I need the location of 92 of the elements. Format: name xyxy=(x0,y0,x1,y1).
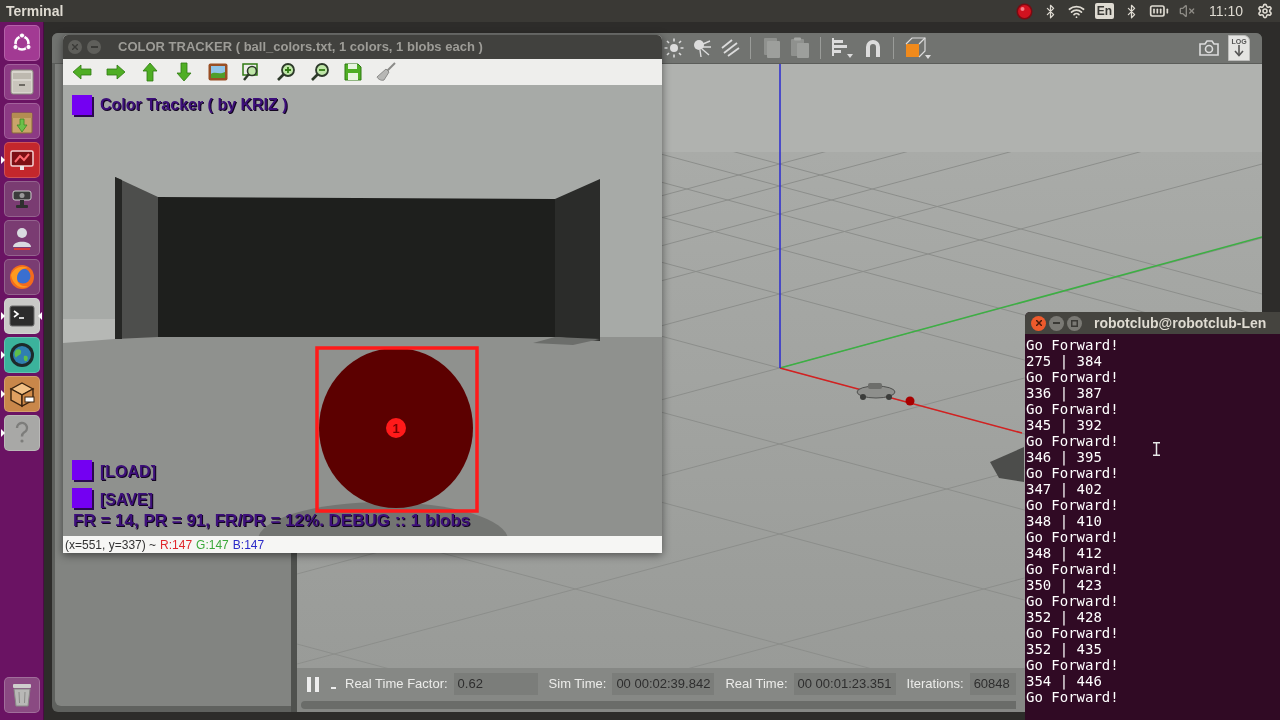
terminal-line: 345 | 392 xyxy=(1026,417,1102,433)
swatch-icon xyxy=(72,95,92,115)
status-label: Real Time: xyxy=(725,675,788,694)
open-box-icon[interactable] xyxy=(3,376,40,412)
trash-icon[interactable] xyxy=(3,677,40,713)
terminal-line: Go Forward! xyxy=(1026,465,1119,481)
terminal-line: Go Forward! xyxy=(1026,497,1119,513)
presentation-screen-icon[interactable] xyxy=(3,142,40,178)
terminal-line: Go Forward! xyxy=(1026,337,1119,353)
light-bulb-rays-icon[interactable] xyxy=(692,38,712,58)
ball-dot[interactable] xyxy=(905,396,915,406)
download-arrow-icon xyxy=(1234,45,1244,57)
status-label: Sim Time: xyxy=(548,675,607,694)
maximize-icon xyxy=(1071,319,1078,327)
text-cursor-icon xyxy=(1153,442,1160,456)
close-icon xyxy=(72,44,78,50)
right-arrow-icon[interactable] xyxy=(106,62,126,82)
record-indicator-icon[interactable] xyxy=(1015,2,1033,20)
up-arrow-icon[interactable] xyxy=(140,62,160,82)
ring-logo-icon[interactable] xyxy=(3,25,40,61)
minimize-icon xyxy=(1053,322,1060,324)
terminal-line: 346 | 395 xyxy=(1026,449,1102,465)
terminal-line: Go Forward! xyxy=(1026,625,1119,641)
terminal-line: 354 | 446 xyxy=(1026,673,1102,689)
status-label: Real Time Factor: xyxy=(345,675,448,694)
gear-icon[interactable] xyxy=(1257,3,1273,19)
window-title: robotclub@robotclub-Len xyxy=(1094,313,1267,333)
channel-reading: G:147 xyxy=(196,538,229,551)
diagonal-lines-icon[interactable] xyxy=(720,38,740,58)
zoom-in-icon[interactable] xyxy=(276,62,296,82)
maximize-button[interactable] xyxy=(1067,315,1082,331)
terminal-line: Go Forward! xyxy=(1026,657,1119,673)
box-download-icon[interactable] xyxy=(3,103,40,139)
minimize-icon xyxy=(90,46,98,48)
pause-icon[interactable] xyxy=(307,676,319,692)
close-button[interactable] xyxy=(1031,315,1046,331)
horizontal-scrollbar[interactable] xyxy=(301,701,1016,709)
terminal-line: Go Forward! xyxy=(1026,561,1119,577)
left-arrow-icon[interactable] xyxy=(72,62,92,82)
question-mark-icon[interactable] xyxy=(3,415,40,451)
blob-marker: 1 xyxy=(386,418,406,438)
terminal-line: 348 | 412 xyxy=(1026,545,1102,561)
terminal-line: 275 | 384 xyxy=(1026,353,1102,369)
status-label: Iterations: xyxy=(906,675,964,694)
globe-icon[interactable] xyxy=(3,337,40,373)
swatch-icon xyxy=(72,460,92,480)
magnet-icon[interactable] xyxy=(863,37,883,59)
brush-icon[interactable] xyxy=(376,62,396,82)
clock[interactable]: 11:10 xyxy=(1209,4,1243,18)
webcam-icon[interactable] xyxy=(3,181,40,217)
drawer-cabinet-icon[interactable] xyxy=(3,64,40,100)
terminal-line: Go Forward! xyxy=(1026,401,1119,417)
status-field: 0.62 xyxy=(453,673,538,695)
active-app-title: Terminal xyxy=(6,4,64,18)
down-arrow-icon[interactable] xyxy=(174,62,194,82)
sun-icon[interactable] xyxy=(664,38,684,58)
terminal-line: Go Forward! xyxy=(1026,593,1119,609)
camera-icon[interactable] xyxy=(1198,39,1220,57)
cursor-position: (x=551, y=337) ~ xyxy=(65,538,157,551)
channel-reading: R:147 xyxy=(160,538,193,551)
picture-icon[interactable] xyxy=(208,63,228,81)
terminal-line: Go Forward! xyxy=(1026,433,1119,449)
terminal-line: 336 | 387 xyxy=(1026,385,1102,401)
terminal-line: 347 | 402 xyxy=(1026,481,1102,497)
stats-readout: FR = 14, PR = 91, FR/PR = 12%. DEBUG :: 1 blobs xyxy=(73,512,472,529)
channel-reading: B:147 xyxy=(232,538,265,551)
person-icon[interactable] xyxy=(3,220,40,256)
close-icon xyxy=(1035,320,1042,326)
terminal-line: 350 | 423 xyxy=(1026,577,1102,593)
minimize-button[interactable] xyxy=(1049,315,1064,331)
status-field: 00 00:02:39.842 xyxy=(612,673,715,695)
terminal-line: 352 | 428 xyxy=(1026,609,1102,625)
window-title: COLOR TRACKER ( ball_colors.txt, 1 colors, 1 blobs each ) xyxy=(118,38,483,57)
zoom-out-icon[interactable] xyxy=(310,62,330,82)
terminal-line: 352 | 435 xyxy=(1026,641,1102,657)
terminal-line: 348 | 410 xyxy=(1026,513,1102,529)
keyboard-layout-indicator[interactable]: En xyxy=(1094,3,1114,19)
terminal-line: Go Forward! xyxy=(1026,369,1119,385)
overlay-button[interactable]: [SAVE] xyxy=(72,488,662,508)
status-field: 60848 xyxy=(969,673,1016,695)
overlay-button[interactable]: [LOAD] xyxy=(72,460,662,480)
flame-globe-icon[interactable] xyxy=(3,259,40,295)
volume-muted-icon[interactable] xyxy=(1179,3,1195,19)
status-field: 00 00:01:23.351 xyxy=(793,673,896,695)
align-icon[interactable] xyxy=(831,37,855,59)
overlay-title: Color Tracker ( by KRIZ ) xyxy=(100,97,288,113)
swatch-icon xyxy=(72,488,92,508)
terminal-line: Go Forward! xyxy=(1026,689,1119,705)
terminal-icon[interactable] xyxy=(3,298,40,334)
terminal-line: Go Forward! xyxy=(1026,529,1119,545)
robot-model[interactable] xyxy=(856,383,896,400)
cube-icon[interactable] xyxy=(904,36,932,60)
